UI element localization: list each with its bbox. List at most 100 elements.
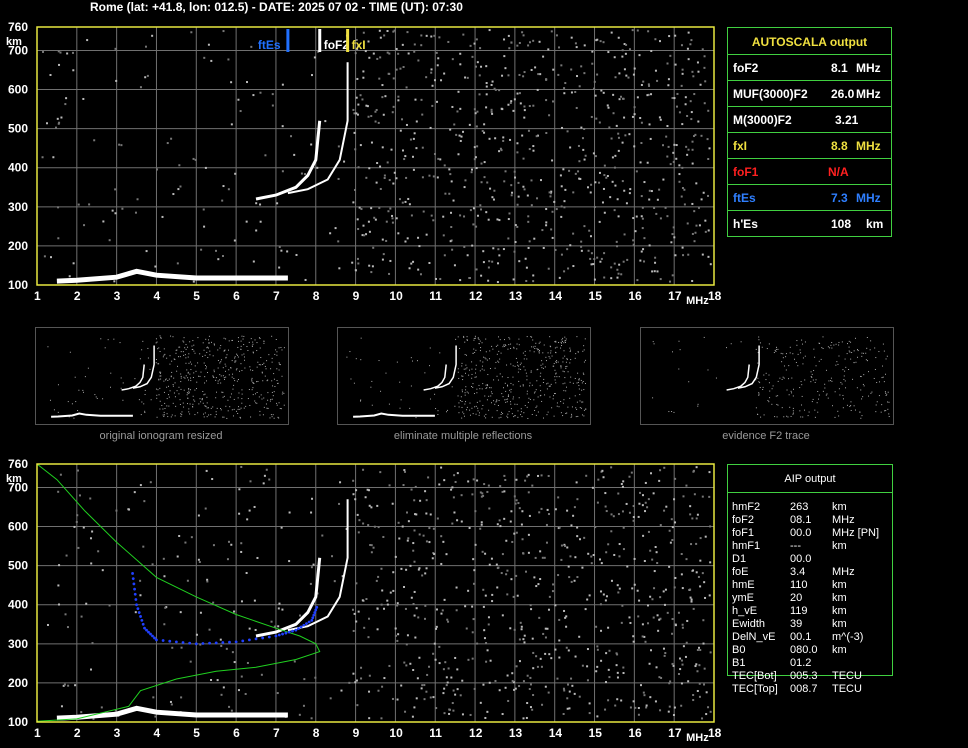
noise-point [681,166,684,169]
autoscala-value: 8.8 [831,139,848,153]
thumb-noise-point [863,352,865,354]
noise-point [91,530,94,533]
aip-title: AIP output [784,473,836,485]
noise-point [392,589,395,592]
noise-point [565,615,568,618]
virtual-height-point [221,641,225,644]
noise-point [554,248,557,251]
thumb-noise-point [147,357,149,359]
virtual-height-point [134,598,138,601]
noise-point [568,169,571,172]
noise-point [616,698,619,701]
noise-point [396,604,399,607]
noise-point [610,277,613,280]
thumb-noise-point [164,353,166,355]
noise-point [248,627,251,630]
thumb-noise-point [489,350,491,352]
thumb-noise-point [222,367,224,369]
noise-point [212,544,215,547]
noise-point [639,117,642,120]
thumb-trace [353,412,435,418]
thumb-noise-point [523,412,525,414]
noise-point [693,93,696,96]
thumb-noise-point [73,417,75,419]
noise-point [632,243,635,246]
noise-point [525,716,528,719]
noise-point [596,501,599,504]
noise-point [608,676,611,679]
thumb-noise-point [874,347,876,349]
thumb-noise-point [472,413,474,415]
noise-point [356,218,359,221]
noise-point [528,105,531,108]
thumb-noise-point [473,339,475,341]
thumb-noise-point [519,364,521,366]
thumb-noise-point [566,359,568,361]
thumb-noise-point [269,417,271,419]
noise-point [572,514,575,517]
thumb-noise-point [228,374,230,376]
thumb-noise-point [574,377,576,379]
thumb-noise-point [576,336,578,338]
noise-point [622,526,625,529]
noise-point [143,500,146,503]
thumb-noise-point [514,365,516,367]
noise-point [557,574,560,577]
thumb-noise-point [476,392,478,394]
thumb-noise-point [226,354,228,356]
thumb-noise-point [495,345,497,347]
noise-point [596,73,599,76]
thumb-noise-point [497,344,499,346]
noise-point [527,533,530,536]
thumb-noise-point [885,392,887,394]
noise-point [238,488,241,491]
noise-point [647,83,650,86]
thumb-noise-point [144,410,146,412]
thumb-noise-point [193,399,195,401]
noise-point [523,71,526,74]
noise-point [407,52,410,55]
thumb-noise-point [885,358,887,360]
thumb-noise-point [844,370,846,372]
noise-point [501,74,504,77]
thumb-noise-point [526,358,528,360]
thumb-noise-point [189,341,191,343]
noise-point [687,58,690,61]
noise-point [532,104,535,107]
noise-point [49,256,52,259]
thumb-noise-point [537,396,539,398]
thumb-noise-point [498,350,500,352]
noise-point [601,469,604,472]
thumb-noise-point [562,370,564,372]
noise-point [68,275,71,278]
noise-point [88,203,91,206]
thumb-noise-point [173,392,175,394]
noise-point [708,495,711,498]
noise-point [663,654,666,657]
thumb-noise-point [166,398,168,400]
thumb-noise-point [878,395,880,397]
thumb-noise-point [155,359,157,361]
noise-point [404,200,407,203]
thumb-noise-point [846,353,848,355]
thumb-noise-point [199,375,201,377]
noise-point [565,625,568,628]
noise-point [632,700,635,703]
thumb-noise-point [679,349,681,351]
thumb-noise-point [207,346,209,348]
noise-point [654,545,657,548]
thumb-noise-point [217,367,219,369]
noise-point [617,136,620,139]
thumb-noise-point [765,372,767,374]
noise-point [521,538,524,541]
thumb-noise-point [466,406,468,408]
thumb-noise-point [171,414,173,416]
noise-point [172,193,175,196]
noise-point [455,609,458,612]
noise-point [606,104,609,107]
noise-point [324,120,327,123]
thumb-noise-point [159,335,161,337]
thumb-noise-point [565,341,567,343]
noise-point [560,64,563,67]
noise-point [482,261,485,264]
